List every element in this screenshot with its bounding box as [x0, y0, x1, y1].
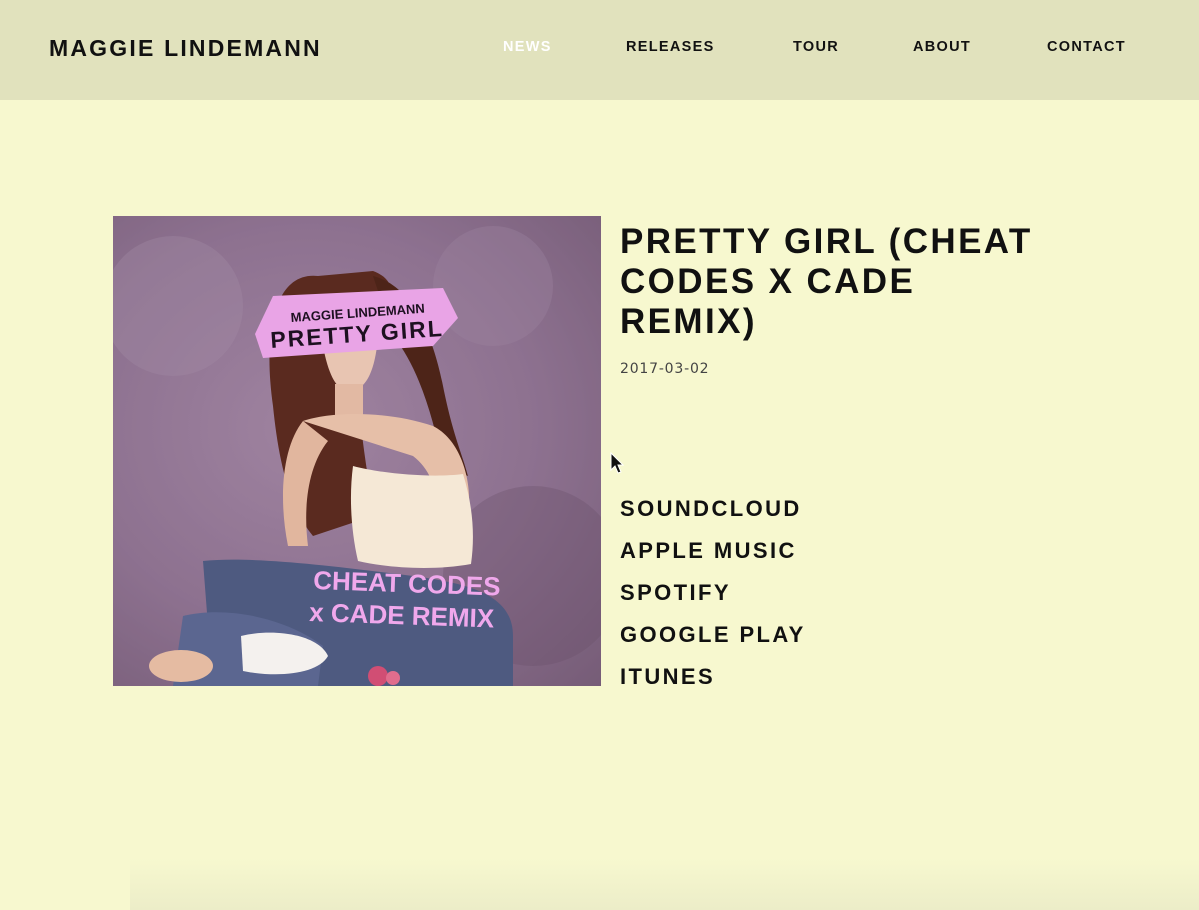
site-header: MAGGIE LINDEMANN NEWS RELEASES TOUR ABOU… — [0, 0, 1199, 100]
apple-music-link[interactable]: APPLE MUSIC — [620, 538, 806, 580]
footer-shade — [130, 858, 1199, 910]
mouse-cursor-icon — [610, 452, 625, 474]
soundcloud-link[interactable]: SOUNDCLOUD — [620, 496, 806, 538]
itunes-link[interactable]: ITUNES — [620, 664, 806, 706]
nav-tour[interactable]: TOUR — [793, 39, 839, 55]
site-title[interactable]: MAGGIE LINDEMANN — [49, 35, 322, 62]
release-date: 2017-03-02 — [620, 361, 710, 377]
streaming-links: SOUNDCLOUD APPLE MUSIC SPOTIFY GOOGLE PL… — [620, 496, 806, 706]
nav-contact[interactable]: CONTACT — [1047, 39, 1126, 55]
release-title: PRETTY GIRL (CHEAT CODES X CADE REMIX) — [620, 222, 1033, 341]
nav-news[interactable]: NEWS — [503, 39, 552, 55]
spotify-link[interactable]: SPOTIFY — [620, 580, 806, 622]
nav-releases[interactable]: RELEASES — [626, 39, 715, 55]
nav-about[interactable]: ABOUT — [913, 39, 971, 55]
google-play-link[interactable]: GOOGLE PLAY — [620, 622, 806, 664]
cover-illustration: MAGGIE LINDEMANN PRETTY GIRL CHEAT CODES… — [113, 216, 601, 686]
release-cover-art[interactable]: MAGGIE LINDEMANN PRETTY GIRL CHEAT CODES… — [113, 216, 601, 686]
